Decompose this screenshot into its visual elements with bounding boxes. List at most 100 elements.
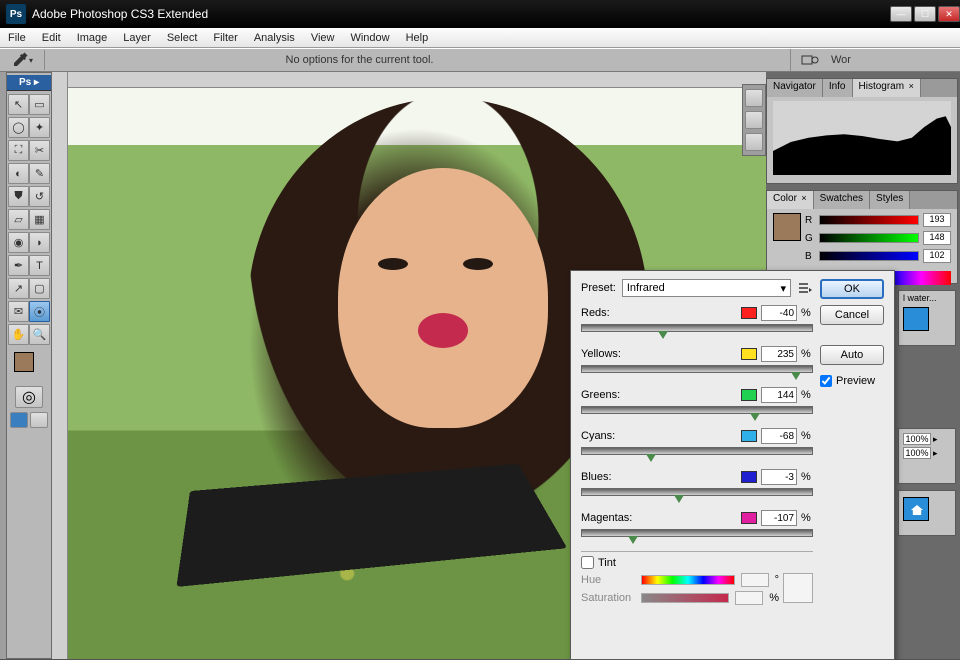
window-titlebar: Ps Adobe Photoshop CS3 Extended — ☐ ✕ [0,0,960,28]
slider-b[interactable] [819,251,919,261]
ruler-vertical[interactable] [52,72,68,659]
dock-item-icon[interactable] [745,111,763,129]
workspace-label[interactable]: Wor [831,54,851,66]
eraser-tool[interactable]: ▱ [8,209,29,230]
hue-slider[interactable] [641,575,735,585]
menu-filter[interactable]: Filter [205,32,245,44]
label-blues: Blues: [581,471,737,483]
ruler-horizontal[interactable] [68,72,766,88]
brush-tool[interactable]: ✎ [29,163,50,184]
type-tool[interactable]: T [29,255,50,276]
layer-thumbnail[interactable] [903,307,929,331]
gradient-tool[interactable]: ▦ [29,209,50,230]
tab-navigator[interactable]: Navigator [767,79,823,97]
menu-layer[interactable]: Layer [115,32,159,44]
menu-select[interactable]: Select [159,32,206,44]
tab-styles[interactable]: Styles [870,191,910,209]
eyedropper-tool[interactable]: ⦿ [29,301,50,322]
preset-dropdown[interactable]: Infrared▾ [622,279,791,297]
foreground-color[interactable] [14,352,34,372]
label-reds: Reds: [581,307,737,319]
heal-tool[interactable]: ◐ [8,163,29,184]
swatch-magenta [741,512,757,524]
tab-histogram[interactable]: Histogram × [853,79,921,97]
crop-tool[interactable]: ⛶ [8,140,29,161]
histogram-display [773,101,951,175]
slice-tool[interactable]: ✂ [29,140,50,161]
stamp-tool[interactable]: ⛊ [8,186,29,207]
maximize-button[interactable]: ☐ [914,6,936,22]
menu-view[interactable]: View [303,32,343,44]
path-tool[interactable]: ↗ [8,278,29,299]
preset-menu-icon[interactable] [797,280,813,296]
tab-swatches[interactable]: Swatches [814,191,870,209]
hue-value[interactable] [741,573,769,587]
slider-greens[interactable] [581,406,813,414]
menu-image[interactable]: Image [69,32,116,44]
screenmode-standard[interactable] [10,412,28,428]
color-swatches[interactable] [12,352,46,382]
eyedropper-tool-indicator[interactable]: ▾ [4,49,40,71]
slider-cyans[interactable] [581,447,813,455]
pen-tool[interactable]: ✒ [8,255,29,276]
close-button[interactable]: ✕ [938,6,960,22]
minimize-button[interactable]: — [890,6,912,22]
value-reds[interactable] [761,305,797,321]
label-cyans: Cyans: [581,430,737,442]
value-greens[interactable] [761,387,797,403]
hand-tool[interactable]: ✋ [8,324,29,345]
screenmode-full[interactable] [30,412,48,428]
chevron-icon[interactable]: ▸ [933,434,938,445]
zoom-tool[interactable]: 🔍 [29,324,50,345]
slider-blues[interactable] [581,488,813,496]
options-bar: ▾ No options for the current tool. Wor [0,48,960,72]
tint-checkbox[interactable] [581,556,594,569]
panel-color-swatch[interactable] [773,213,801,241]
auto-button[interactable]: Auto [820,345,884,365]
menu-help[interactable]: Help [398,32,437,44]
lasso-tool[interactable]: ◯ [8,117,29,138]
menu-window[interactable]: Window [342,32,397,44]
value-b[interactable]: 102 [923,249,951,263]
sat-value[interactable] [735,591,763,605]
tab-info[interactable]: Info [823,79,853,97]
ok-button[interactable]: OK [820,279,884,299]
slider-magentas[interactable] [581,529,813,537]
layer-thumbnail[interactable] [903,497,929,521]
cancel-button[interactable]: Cancel [820,305,884,325]
value-magentas[interactable] [761,510,797,526]
notes-tool[interactable]: ✉ [8,301,29,322]
value-r[interactable]: 193 [923,213,951,227]
blur-tool[interactable]: ◉ [8,232,29,253]
history-brush-tool[interactable]: ↺ [29,186,50,207]
menu-file[interactable]: File [0,32,34,44]
opacity-value[interactable]: 100% [903,433,931,445]
slider-r[interactable] [819,215,919,225]
fill-value[interactable]: 100% [903,447,931,459]
marquee-tool[interactable]: ▭ [29,94,50,115]
value-yellows[interactable] [761,346,797,362]
dock-item-icon[interactable] [745,133,763,151]
wand-tool[interactable]: ✦ [29,117,50,138]
slider-yellows[interactable] [581,365,813,373]
tab-color[interactable]: Color × [767,191,814,209]
toolbox-header[interactable]: Ps ▸ [7,75,51,91]
dock-item-icon[interactable] [745,89,763,107]
workspace-icon[interactable] [799,52,821,68]
value-cyans[interactable] [761,428,797,444]
menu-edit[interactable]: Edit [34,32,69,44]
dodge-tool[interactable]: ◗ [29,232,50,253]
slider-reds[interactable] [581,324,813,332]
move-tool[interactable]: ↖ [8,94,29,115]
preview-checkbox[interactable] [820,375,832,387]
sat-slider[interactable] [641,593,729,603]
shape-tool[interactable]: ▢ [29,278,50,299]
chevron-icon[interactable]: ▸ [933,448,938,459]
slider-g[interactable] [819,233,919,243]
value-g[interactable]: 148 [923,231,951,245]
value-blues[interactable] [761,469,797,485]
tint-preview-swatch[interactable] [783,573,813,603]
menu-analysis[interactable]: Analysis [246,32,303,44]
swatch-yellow [741,348,757,360]
quickmask-toggle[interactable]: ◎ [15,386,43,408]
